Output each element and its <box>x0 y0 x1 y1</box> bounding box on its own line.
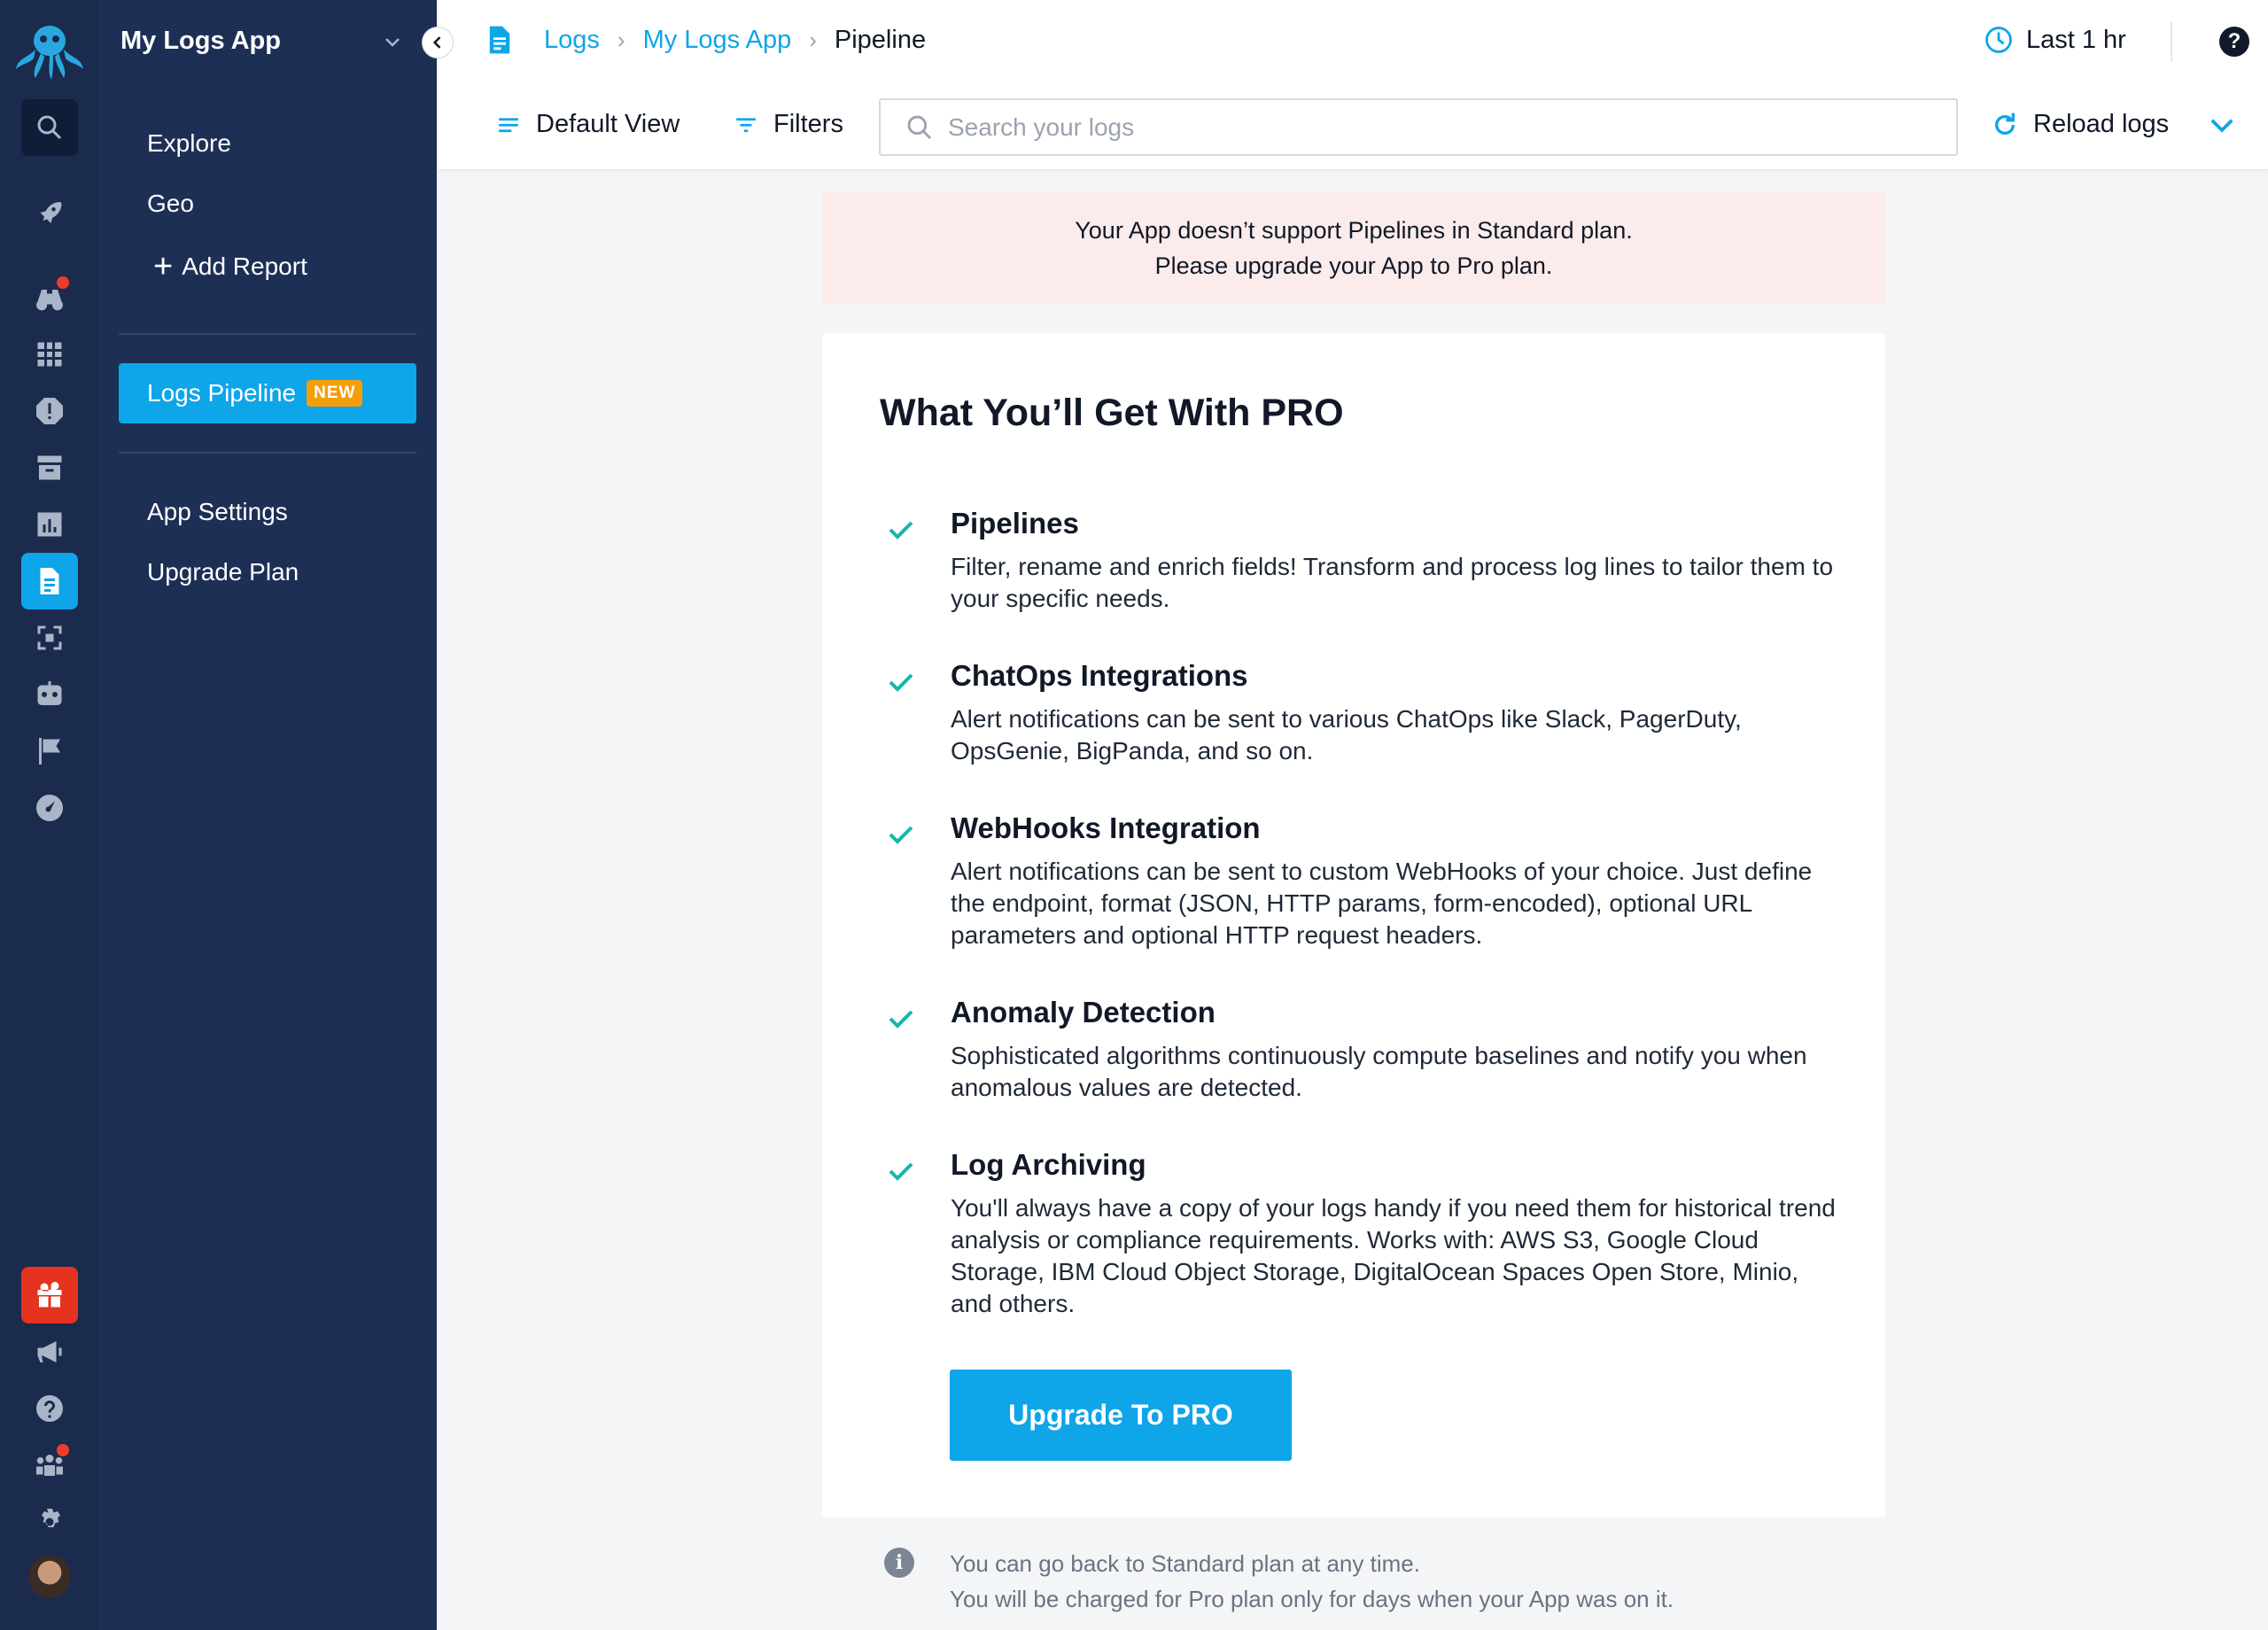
collapse-sidebar-button[interactable] <box>422 27 454 58</box>
chart-icon[interactable] <box>21 496 78 553</box>
footnote-line-2: You will be charged for Pro plan only fo… <box>950 1586 1674 1612</box>
feature-title: WebHooks Integration <box>951 811 1261 844</box>
filters-label: Filters <box>773 110 843 138</box>
time-range-picker[interactable]: Last 1 hr <box>1984 25 2126 55</box>
dashboard-gauge-icon[interactable] <box>21 780 78 836</box>
feature-title: ChatOps Integrations <box>951 659 1248 692</box>
grid-icon[interactable] <box>21 326 78 383</box>
search-icon <box>907 115 932 139</box>
nav-item-logs-pipeline[interactable]: Logs Pipeline NEW <box>119 363 416 423</box>
settings-gear-icon[interactable] <box>21 1494 78 1550</box>
time-range-label: Last 1 hr <box>2026 25 2126 54</box>
check-icon <box>889 1162 913 1181</box>
search-icon[interactable] <box>21 99 78 156</box>
breadcrumb-current: Pipeline <box>834 25 927 54</box>
icon-rail <box>0 0 98 1630</box>
alert-line-1: Your App doesn’t support Pipelines in St… <box>1075 217 1633 244</box>
filters-button[interactable]: Filters <box>734 110 843 139</box>
feature-description: Alert notifications can be sent to vario… <box>951 705 1742 765</box>
feature-description: You'll always have a copy of your logs h… <box>951 1194 1836 1317</box>
feature-description: Sophisticated algorithms continuously co… <box>951 1042 1807 1101</box>
nav-item-upgrade-plan[interactable]: Upgrade Plan <box>147 558 299 586</box>
feature-description: Alert notifications can be sent to custo… <box>951 858 1813 949</box>
help-button[interactable]: ? <box>2219 27 2249 57</box>
notification-dot <box>57 276 69 289</box>
rocket-icon[interactable] <box>21 184 78 241</box>
info-icon: i <box>884 1548 914 1578</box>
binoculars-icon[interactable] <box>21 269 78 326</box>
default-view-button[interactable]: Default View <box>497 110 680 139</box>
app-switcher-title[interactable]: My Logs App <box>120 27 281 56</box>
breadcrumb: Logs › My Logs App › Pipeline <box>487 25 926 55</box>
nav-divider <box>119 452 416 454</box>
alert-icon[interactable] <box>21 383 78 439</box>
logo-octopus-icon[interactable] <box>12 19 87 82</box>
feature-description: Filter, rename and enrich fields! Transf… <box>951 553 1834 612</box>
feature-title: Log Archiving <box>951 1148 1146 1181</box>
help-icon[interactable] <box>21 1380 78 1437</box>
avatar[interactable] <box>28 1556 71 1598</box>
chevron-down-icon[interactable] <box>2209 115 2235 136</box>
plan-warning-alert: Your App doesn’t support Pipelines in St… <box>822 191 1885 305</box>
breadcrumb-app[interactable]: My Logs App <box>643 26 792 55</box>
pro-card-title: What You’ll Get With PRO <box>880 392 1344 434</box>
alert-line-2: Please upgrade your App to Pro plan. <box>1154 252 1553 279</box>
feature-title: Pipelines <box>951 507 1079 539</box>
list-view-icon <box>499 117 518 132</box>
nav-item-geo[interactable]: Geo <box>147 190 194 218</box>
breadcrumb-separator-icon: › <box>617 26 625 53</box>
nav-item-explore[interactable]: Explore <box>147 129 231 158</box>
add-report-label: Add Report <box>182 252 307 280</box>
feature-title: Anomaly Detection <box>951 996 1216 1028</box>
header-divider <box>2171 21 2172 62</box>
top-bar: Logs › My Logs App › Pipeline Last 1 hr … <box>437 0 2268 170</box>
document-icon <box>489 26 510 54</box>
chevron-down-icon[interactable] <box>382 32 403 53</box>
megaphone-icon[interactable] <box>21 1323 78 1380</box>
pro-features-card: What You’ll Get With PRO Pipelines Filte… <box>822 333 1885 1517</box>
nav-item-app-settings[interactable]: App Settings <box>147 498 288 526</box>
flag-icon[interactable] <box>21 723 78 780</box>
nav-divider <box>119 333 416 335</box>
nav-item-label: Logs Pipeline <box>147 379 297 407</box>
clock-icon <box>1985 27 2012 53</box>
reload-logs-button[interactable]: Reload logs <box>1991 110 2169 139</box>
team-icon[interactable] <box>21 1437 78 1494</box>
scan-icon[interactable] <box>21 609 78 666</box>
check-icon <box>889 1010 913 1028</box>
gift-icon[interactable] <box>21 1267 78 1323</box>
app-nav-panel: My Logs App Explore Geo + Add Report Log… <box>98 0 437 1630</box>
add-report-button[interactable]: + Add Report <box>153 248 307 285</box>
logs-document-icon[interactable] <box>21 553 78 609</box>
notification-dot <box>57 1444 69 1456</box>
search-input[interactable] <box>948 113 1922 142</box>
plus-icon: + <box>153 248 174 285</box>
robot-icon[interactable] <box>21 666 78 723</box>
filter-icon <box>736 117 756 132</box>
breadcrumb-logs[interactable]: Logs <box>544 26 600 55</box>
new-badge: NEW <box>307 380 363 407</box>
check-icon <box>889 673 913 692</box>
breadcrumb-separator-icon: › <box>809 26 817 53</box>
check-icon <box>889 521 913 539</box>
default-view-label: Default View <box>536 110 680 138</box>
upgrade-to-pro-button[interactable]: Upgrade To PRO <box>950 1370 1292 1461</box>
inbox-icon[interactable] <box>21 439 78 496</box>
footnote-line-1: You can go back to Standard plan at any … <box>950 1550 1420 1577</box>
chevron-left-icon <box>432 36 441 49</box>
search-box[interactable] <box>879 98 1958 156</box>
reload-icon <box>1995 113 2015 135</box>
check-icon <box>889 826 913 844</box>
reload-logs-label: Reload logs <box>2033 110 2170 138</box>
